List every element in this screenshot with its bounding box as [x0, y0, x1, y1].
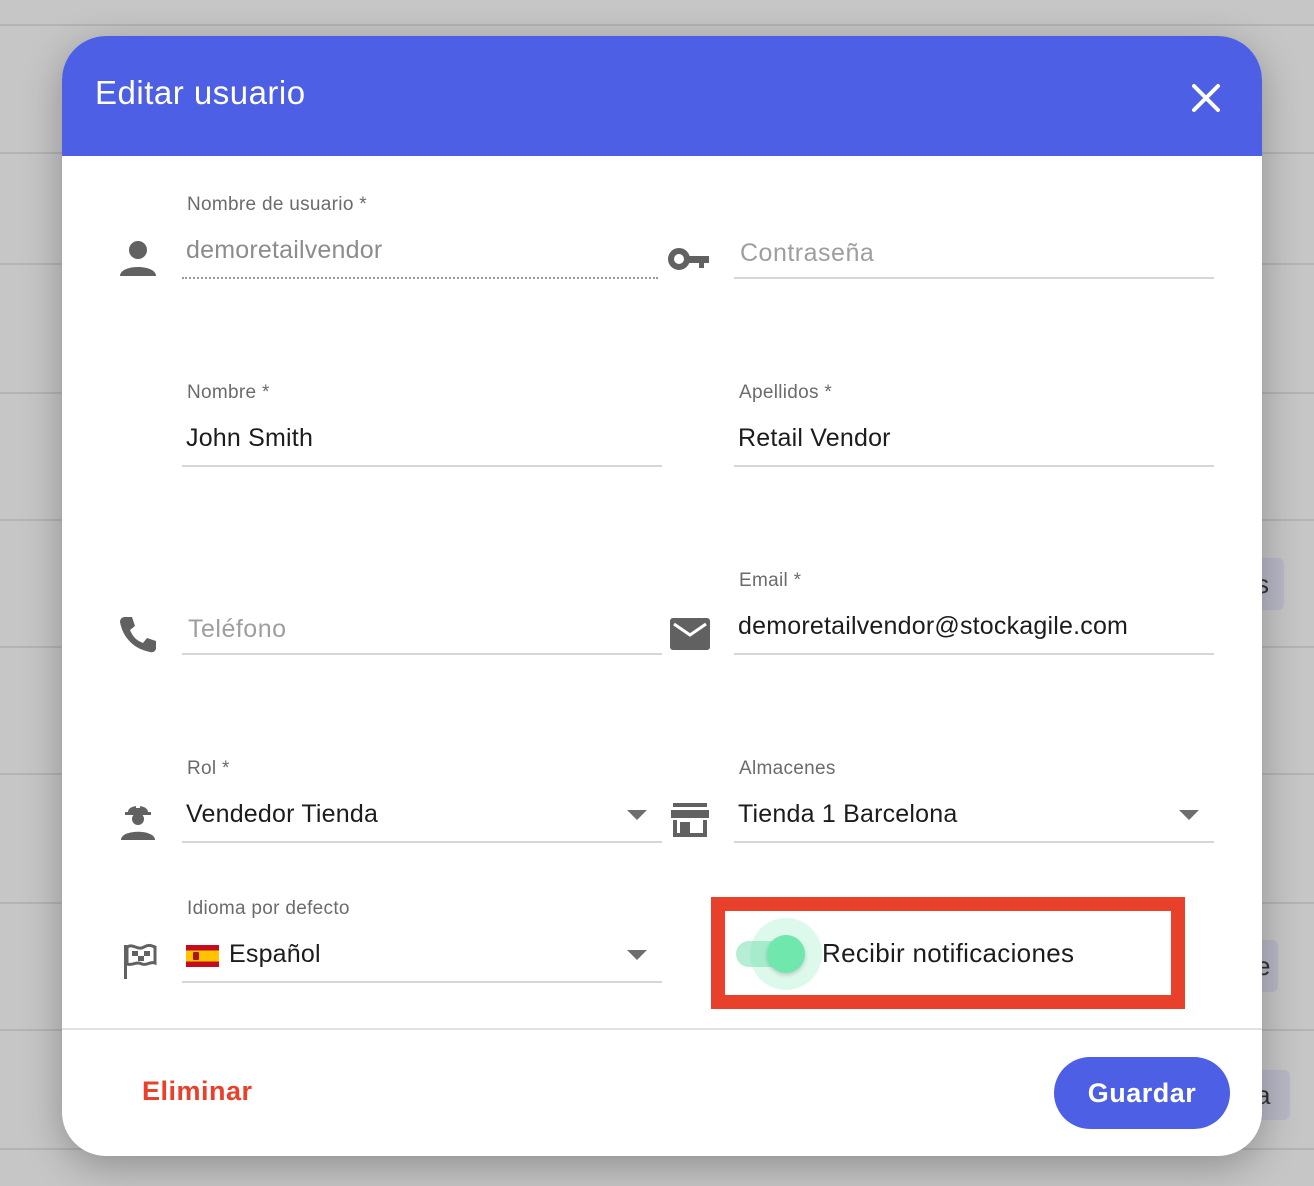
edit-user-dialog: Editar usuario Nombre de usuario * demor…: [62, 36, 1262, 1156]
phone-icon: [116, 612, 160, 656]
username-label: Nombre de usuario *: [187, 194, 367, 215]
person-icon: [116, 236, 160, 280]
first-name-underline: [182, 465, 662, 467]
language-select[interactable]: Español: [229, 940, 321, 969]
background-divider: [0, 24, 1314, 26]
dialog-title: Editar usuario: [95, 74, 306, 111]
password-field[interactable]: Contraseña: [740, 239, 874, 268]
language-label: Idioma por defecto: [187, 898, 350, 919]
role-select[interactable]: Vendedor Tienda: [186, 800, 378, 829]
notifications-label[interactable]: Recibir notificaciones: [822, 938, 1074, 969]
store-icon: [668, 798, 712, 842]
email-field[interactable]: demoretailvendor@stockagile.com: [738, 612, 1128, 641]
warehouses-dropdown-arrow-icon[interactable]: [1179, 810, 1199, 820]
last-name-label: Apellidos *: [739, 382, 833, 403]
role-underline: [182, 841, 662, 843]
notifications-toggle[interactable]: [767, 935, 805, 973]
language-dropdown-arrow-icon[interactable]: [627, 950, 647, 960]
username-field[interactable]: demoretailvendor: [186, 236, 382, 265]
phone-field[interactable]: Teléfono: [188, 615, 287, 644]
save-button[interactable]: Guardar: [1054, 1057, 1230, 1129]
flag-icon: [118, 939, 162, 983]
last-name-underline: [734, 465, 1214, 467]
dialog-header: Editar usuario: [62, 36, 1262, 156]
mail-icon: [668, 612, 712, 656]
password-underline: [734, 277, 1214, 279]
email-underline: [734, 653, 1214, 655]
role-label: Rol *: [187, 758, 230, 779]
language-underline: [182, 981, 662, 983]
warehouses-label: Almacenes: [739, 758, 836, 779]
warehouses-underline: [734, 841, 1214, 843]
first-name-field[interactable]: John Smith: [186, 424, 313, 453]
footer-divider: [62, 1028, 1262, 1030]
first-name-label: Nombre *: [187, 382, 270, 403]
close-icon: [1192, 84, 1220, 112]
warehouses-select[interactable]: Tienda 1 Barcelona: [738, 800, 957, 829]
delete-button[interactable]: Eliminar: [142, 1076, 253, 1107]
spain-flag-icon: [186, 945, 219, 967]
phone-underline: [182, 653, 662, 655]
email-label: Email *: [739, 570, 802, 591]
key-icon: [666, 237, 710, 281]
role-dropdown-arrow-icon[interactable]: [627, 810, 647, 820]
close-button[interactable]: [1184, 76, 1228, 120]
last-name-field[interactable]: Retail Vendor: [738, 424, 891, 453]
worker-icon: [116, 798, 160, 842]
username-underline: [182, 277, 658, 279]
